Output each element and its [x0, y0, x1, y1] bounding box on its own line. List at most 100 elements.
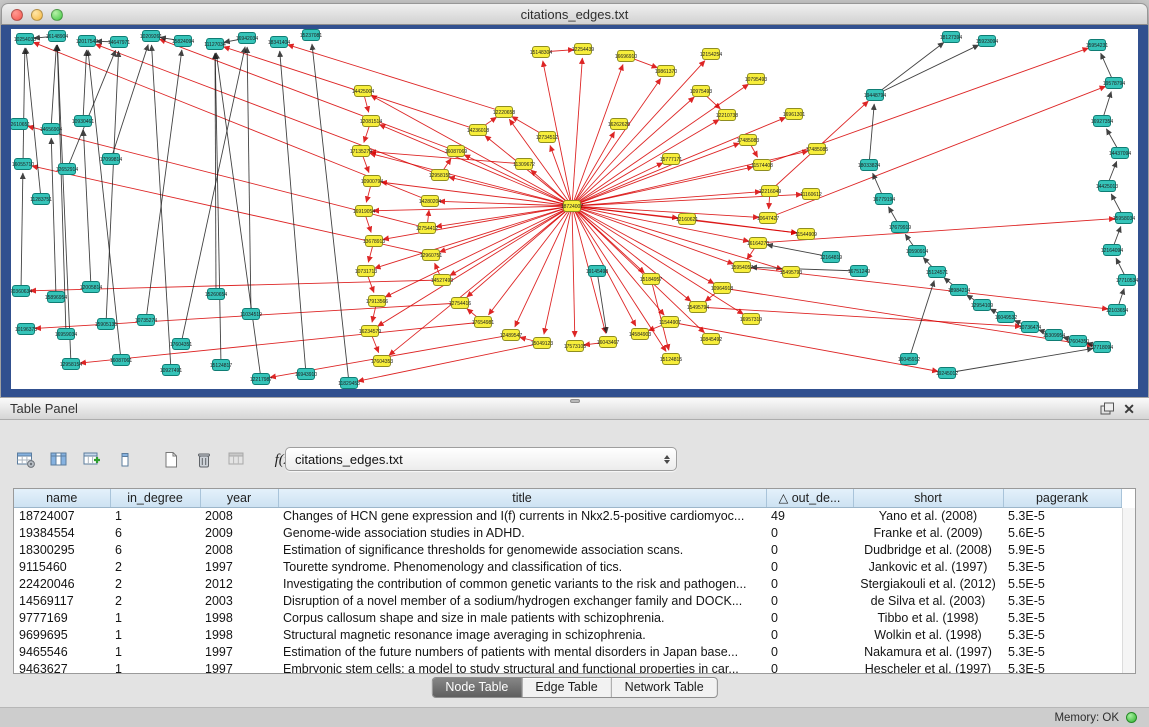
graph-node[interactable]: 17654981 — [472, 317, 494, 328]
graph-node[interactable]: 10736474 — [1019, 322, 1041, 333]
table-row[interactable]: 1938455462009Genome-wide association stu… — [14, 525, 1121, 542]
close-panel-button[interactable]: ✕ — [1119, 402, 1139, 416]
graph-node[interactable]: 10795493 — [745, 74, 767, 85]
graph-node[interactable]: 10964918 — [711, 283, 733, 294]
graph-node[interactable]: 15260654 — [205, 289, 227, 300]
graph-node[interactable]: 12210738 — [716, 110, 738, 121]
graph-node[interactable]: 10930461 — [72, 116, 94, 127]
graph-node[interactable]: 17913566 — [366, 296, 388, 307]
graph-node[interactable]: 17573105 — [564, 341, 586, 352]
graph-node[interactable]: 16087061 — [110, 355, 132, 366]
graph-node[interactable]: 16045912 — [898, 354, 920, 365]
column-header-pagerank[interactable]: pagerank — [1003, 489, 1121, 507]
column-header-in_degree[interactable]: in_degree — [110, 489, 200, 507]
graph-node[interactable]: 12754412 — [416, 223, 438, 234]
table-select[interactable]: citations_edges.txt — [285, 447, 677, 471]
graph-node[interactable]: 17718094 — [1091, 342, 1113, 353]
table-row[interactable]: 911546021997Tourette syndrome. Phenomeno… — [14, 559, 1121, 576]
table-row[interactable]: 1872400712008Changes of HCN gene express… — [14, 507, 1121, 525]
graph-node[interactable]: 10196373 — [15, 324, 37, 335]
graph-node[interactable]: 12005814 — [80, 282, 102, 293]
graph-node[interactable]: 16087069 — [445, 146, 467, 157]
graph-node[interactable]: 14647971 — [108, 37, 130, 48]
table-vertical-scrollbar[interactable] — [1122, 508, 1135, 673]
graph-node[interactable]: 12220658 — [493, 107, 515, 118]
graph-node[interactable]: 17679919 — [889, 222, 911, 233]
graph-node[interactable]: 12734512 — [536, 132, 558, 143]
graph-node[interactable]: 14437094 — [1109, 148, 1131, 159]
column-button[interactable] — [111, 447, 139, 473]
graph-node[interactable]: 14425013 — [1096, 181, 1118, 192]
graph-node[interactable]: 16943910 — [295, 369, 317, 380]
graph-node[interactable]: 15777171 — [660, 154, 682, 165]
table-row[interactable]: 969969511998Structural magnetic resonanc… — [14, 627, 1121, 644]
graph-node[interactable]: 15237081 — [300, 30, 322, 41]
graph-node[interactable]: 12652914 — [56, 164, 78, 175]
tab-network-table[interactable]: Network Table — [612, 678, 717, 697]
column-header-out_de[interactable]: △ out_de... — [766, 489, 853, 507]
table-row[interactable]: 946554611997Estimation of the future num… — [14, 644, 1121, 661]
graph-node[interactable]: 18341404 — [268, 37, 290, 48]
graph-node[interactable]: 11127034 — [204, 39, 226, 50]
graph-node[interactable]: 11034519 — [240, 309, 262, 320]
graph-node[interactable]: 12164094 — [1101, 245, 1123, 256]
table-row[interactable]: 1456911722003Disruption of a novel membe… — [14, 593, 1121, 610]
graph-node[interactable]: 15124571 — [926, 267, 948, 278]
graph-node[interactable]: 11544907 — [659, 317, 681, 328]
graph-node[interactable]: 15954057 — [731, 262, 753, 273]
graph-node[interactable]: 20360634 — [11, 286, 32, 297]
float-panel-button[interactable] — [1096, 402, 1119, 415]
new-row-button[interactable] — [157, 447, 185, 473]
graph-node[interactable]: 12958151 — [429, 170, 451, 181]
graph-node[interactable]: 14527493 — [431, 275, 453, 286]
graph-node[interactable]: 12017543 — [76, 36, 98, 47]
graph-node[interactable]: 16055710 — [12, 159, 34, 170]
graph-node[interactable]: 17604351 — [170, 339, 192, 350]
graph-node[interactable]: 12160621 — [676, 214, 698, 225]
graph-node[interactable]: 16049532 — [995, 312, 1017, 323]
network-graph[interactable]: 1872400715148304122544391669691019861370… — [11, 29, 1138, 389]
graph-node[interactable]: 12081514 — [360, 116, 382, 127]
graph-node[interactable]: 17099814 — [100, 154, 122, 165]
graph-node[interactable]: 12954109 — [971, 300, 993, 311]
graph-node[interactable]: 12754416 — [449, 298, 471, 309]
graph-node[interactable]: 15824094 — [172, 36, 194, 47]
graph-node[interactable]: 15905135 — [95, 319, 117, 330]
column-header-year[interactable]: year — [200, 489, 278, 507]
graph-node[interactable]: 19145498 — [586, 266, 608, 277]
graph-node[interactable]: 15923094 — [976, 36, 998, 47]
graph-node[interactable]: 11160612 — [800, 189, 822, 200]
graph-node[interactable]: 10731713 — [355, 266, 377, 277]
graph-node[interactable]: 12216049 — [759, 186, 781, 197]
graph-node[interactable]: 11283751 — [30, 194, 52, 205]
graph-node[interactable]: 16043467 — [597, 337, 619, 348]
column-header-title[interactable]: title — [278, 489, 766, 507]
graph-node[interactable]: 12254439 — [572, 44, 594, 55]
graph-node[interactable]: 16957319 — [740, 314, 762, 325]
graph-node[interactable]: 18984214 — [948, 285, 970, 296]
graph-node[interactable]: 17710534 — [1116, 275, 1138, 286]
graph-node[interactable]: 16961301 — [783, 109, 805, 120]
zoom-window-button[interactable] — [51, 9, 63, 21]
graph-node[interactable]: 14236018 — [467, 125, 489, 136]
table-row[interactable]: 1830029562008Estimation of significance … — [14, 542, 1121, 559]
graph-node[interactable]: 15495794 — [687, 302, 709, 313]
graph-node[interactable]: 12164819 — [820, 252, 842, 263]
graph-node[interactable]: 16942034 — [236, 33, 258, 44]
minimize-window-button[interactable] — [31, 9, 43, 21]
graph-node[interactable]: 14656904 — [40, 124, 62, 135]
graph-node[interactable]: 19578794 — [1103, 78, 1125, 89]
graph-node[interactable]: 19861370 — [655, 66, 677, 77]
panel-splitter-handle[interactable] — [570, 399, 580, 403]
graph-node[interactable]: 17485085 — [806, 144, 828, 155]
graph-node[interactable]: 17604350 — [1067, 336, 1089, 347]
graph-node[interactable]: 17485083 — [737, 135, 759, 146]
tab-edge-table[interactable]: Edge Table — [522, 678, 611, 697]
close-window-button[interactable] — [11, 9, 23, 21]
graph-node[interactable]: 12217987 — [250, 374, 272, 385]
graph-node[interactable]: 11309672 — [513, 159, 535, 170]
graph-node[interactable]: 16779194 — [873, 194, 895, 205]
graph-node[interactable]: 14584903 — [629, 329, 651, 340]
graph-node[interactable]: 10209261 — [140, 31, 162, 42]
graph-node[interactable]: 16164270 — [747, 238, 769, 249]
